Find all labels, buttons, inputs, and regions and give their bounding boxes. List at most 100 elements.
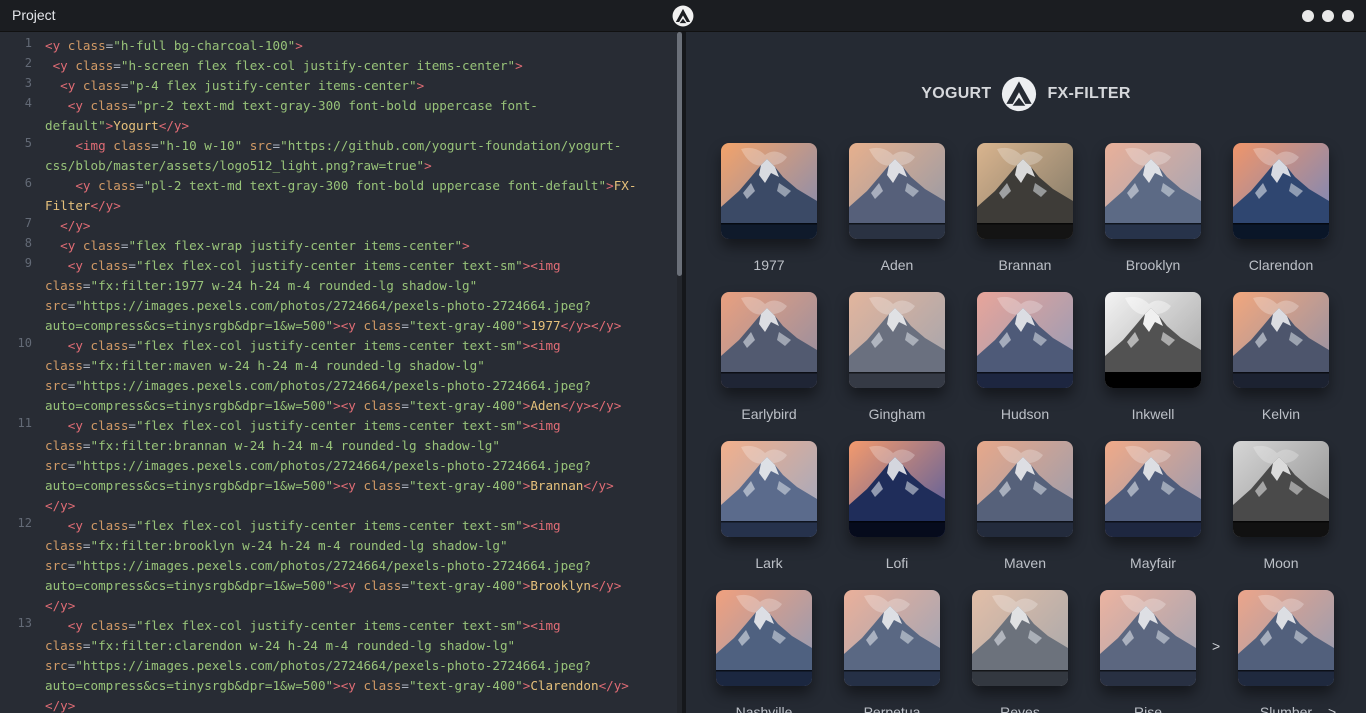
project-label[interactable]: Project (12, 7, 56, 23)
code-token: </y></y> (560, 318, 622, 333)
filter-preview-image[interactable] (1238, 590, 1334, 686)
code-token: auto=compress&cs=tinysrgb&dpr=1&w=500" (45, 478, 334, 493)
filter-tile[interactable]: 1977 (721, 143, 817, 273)
code-line[interactable]: class="fx:filter:maven w-24 h-24 m-4 rou… (45, 356, 673, 376)
filter-tile[interactable]: Moon (1233, 441, 1329, 571)
code-line[interactable]: </y> (45, 216, 673, 236)
filter-preview-image[interactable] (1105, 143, 1201, 239)
code-line[interactable]: </y> (45, 596, 673, 616)
code-line[interactable]: <y class="pr-2 text-md text-gray-300 fon… (45, 96, 673, 116)
filter-tile[interactable]: Hudson (977, 292, 1073, 422)
filter-preview-image[interactable] (844, 590, 940, 686)
filter-tile[interactable]: Maven (977, 441, 1073, 571)
code-line[interactable]: class="fx:filter:1977 w-24 h-24 m-4 roun… (45, 276, 673, 296)
minimize-dot[interactable] (1302, 10, 1314, 22)
filter-tile[interactable]: Brooklyn (1105, 143, 1201, 273)
filter-tile[interactable]: Perpetua (844, 590, 940, 713)
code-token: <img (45, 138, 114, 153)
code-token: class (90, 258, 129, 273)
code-token: = (82, 358, 91, 373)
code-token: "flex flex-col justify-center items-cent… (136, 518, 523, 533)
code-line[interactable]: <y class="flex flex-col justify-center i… (45, 616, 673, 636)
code-line[interactable]: <y class="flex flex-wrap justify-center … (45, 236, 673, 256)
line-number: 4 (24, 96, 32, 110)
code-line[interactable]: <y class="p-4 flex justify-center items-… (45, 76, 673, 96)
filter-preview-image[interactable] (721, 441, 817, 537)
filter-tile[interactable]: Aden (849, 143, 945, 273)
code-token: "flex flex-col justify-center items-cent… (136, 418, 523, 433)
filter-tile[interactable]: Clarendon (1233, 143, 1329, 273)
filter-name: Inkwell (1131, 406, 1175, 422)
code-line[interactable]: class="fx:filter:brooklyn w-24 h-24 m-4 … (45, 536, 673, 556)
code-editor[interactable]: 1 2 3 4 5 6 7 8 9 10 11 12 13 <y class="h-full bg-ch… (0, 32, 682, 713)
code-line[interactable]: auto=compress&cs=tinysrgb&dpr=1&w=500"><… (45, 476, 673, 496)
code-line[interactable]: <y class="h-full bg-charcoal-100"> (45, 36, 673, 56)
code-line[interactable]: </y> (45, 696, 673, 713)
code-line[interactable]: default">Yogurt</y> (45, 116, 673, 136)
code-token: "text-gray-400" (408, 398, 523, 413)
filter-preview-image[interactable] (849, 292, 945, 388)
line-number: 11 (17, 416, 32, 430)
maximize-dot[interactable] (1322, 10, 1334, 22)
filter-preview-image[interactable] (977, 292, 1073, 388)
filter-preview-image[interactable] (1100, 590, 1196, 686)
filter-tile[interactable]: Gingham (849, 292, 945, 422)
filter-preview-image[interactable] (1233, 292, 1329, 388)
filter-tile[interactable]: Slumber (1238, 590, 1334, 713)
code-line[interactable]: <y class="flex flex-col justify-center i… (45, 516, 673, 536)
code-token: class (75, 58, 114, 73)
code-line[interactable]: auto=compress&cs=tinysrgb&dpr=1&w=500"><… (45, 316, 673, 336)
filter-tile[interactable]: Nashville (716, 590, 812, 713)
code-line[interactable]: src="https://images.pexels.com/photos/27… (45, 656, 673, 676)
title-bar: Project (0, 0, 1366, 32)
code-line[interactable]: <img class="h-10 w-10" src="https://gith… (45, 136, 673, 156)
filter-tile[interactable]: Lark (721, 441, 817, 571)
filter-preview-image[interactable] (1105, 441, 1201, 537)
filter-tile[interactable]: Earlybird (721, 292, 817, 422)
close-dot[interactable] (1342, 10, 1354, 22)
filter-tile[interactable]: Inkwell (1105, 292, 1201, 422)
code-line[interactable]: auto=compress&cs=tinysrgb&dpr=1&w=500"><… (45, 396, 673, 416)
code-line[interactable]: auto=compress&cs=tinysrgb&dpr=1&w=500"><… (45, 576, 673, 596)
code-line[interactable]: <y class="flex flex-col justify-center i… (45, 416, 673, 436)
code-line[interactable]: src="https://images.pexels.com/photos/27… (45, 376, 673, 396)
code-content[interactable]: <y class="h-full bg-charcoal-100"> <y cl… (45, 36, 673, 713)
filter-preview-image[interactable] (721, 143, 817, 239)
code-token: "fx:filter:clarendon w-24 h-24 m-4 round… (90, 638, 516, 653)
code-line[interactable]: auto=compress&cs=tinysrgb&dpr=1&w=500"><… (45, 676, 673, 696)
filter-preview-image[interactable] (977, 441, 1073, 537)
code-line[interactable]: </y> (45, 496, 673, 516)
code-line[interactable]: src="https://images.pexels.com/photos/27… (45, 296, 673, 316)
code-line[interactable]: <y class="h-screen flex flex-col justify… (45, 56, 673, 76)
filter-tile[interactable]: Mayfair (1105, 441, 1201, 571)
code-token: <y (45, 38, 68, 53)
code-line[interactable]: class="fx:filter:brannan w-24 h-24 m-4 r… (45, 436, 673, 456)
code-line[interactable]: Filter</y> (45, 196, 673, 216)
code-token: = (82, 538, 91, 553)
filter-preview-image[interactable] (849, 441, 945, 537)
filter-tile[interactable]: Reyes (972, 590, 1068, 713)
filter-tile[interactable]: Lofi (849, 441, 945, 571)
filter-tile[interactable]: Rise (1100, 590, 1196, 713)
code-line[interactable]: class="fx:filter:clarendon w-24 h-24 m-4… (45, 636, 673, 656)
filter-preview-image[interactable] (977, 143, 1073, 239)
code-token: <img (530, 258, 561, 273)
code-line[interactable]: css/blob/master/assets/logo512_light.png… (45, 156, 673, 176)
code-token: <y (45, 78, 83, 93)
code-token: Yogurt (113, 118, 159, 133)
filter-preview-image[interactable] (972, 590, 1068, 686)
code-line[interactable]: <y class="pl-2 text-md text-gray-300 fon… (45, 176, 673, 196)
code-line[interactable]: <y class="flex flex-col justify-center i… (45, 256, 673, 276)
filter-preview-image[interactable] (1233, 143, 1329, 239)
filter-preview-image[interactable] (849, 143, 945, 239)
code-line[interactable]: src="https://images.pexels.com/photos/27… (45, 556, 673, 576)
filter-preview-image[interactable] (1105, 292, 1201, 388)
filter-preview-image[interactable] (721, 292, 817, 388)
code-line[interactable]: <y class="flex flex-col justify-center i… (45, 336, 673, 356)
filter-tile[interactable]: Brannan (977, 143, 1073, 273)
filter-preview-image[interactable] (716, 590, 812, 686)
code-line[interactable]: src="https://images.pexels.com/photos/27… (45, 456, 673, 476)
filter-tile[interactable]: Kelvin (1233, 292, 1329, 422)
filter-preview-image[interactable] (1233, 441, 1329, 537)
code-token: default" (45, 118, 106, 133)
